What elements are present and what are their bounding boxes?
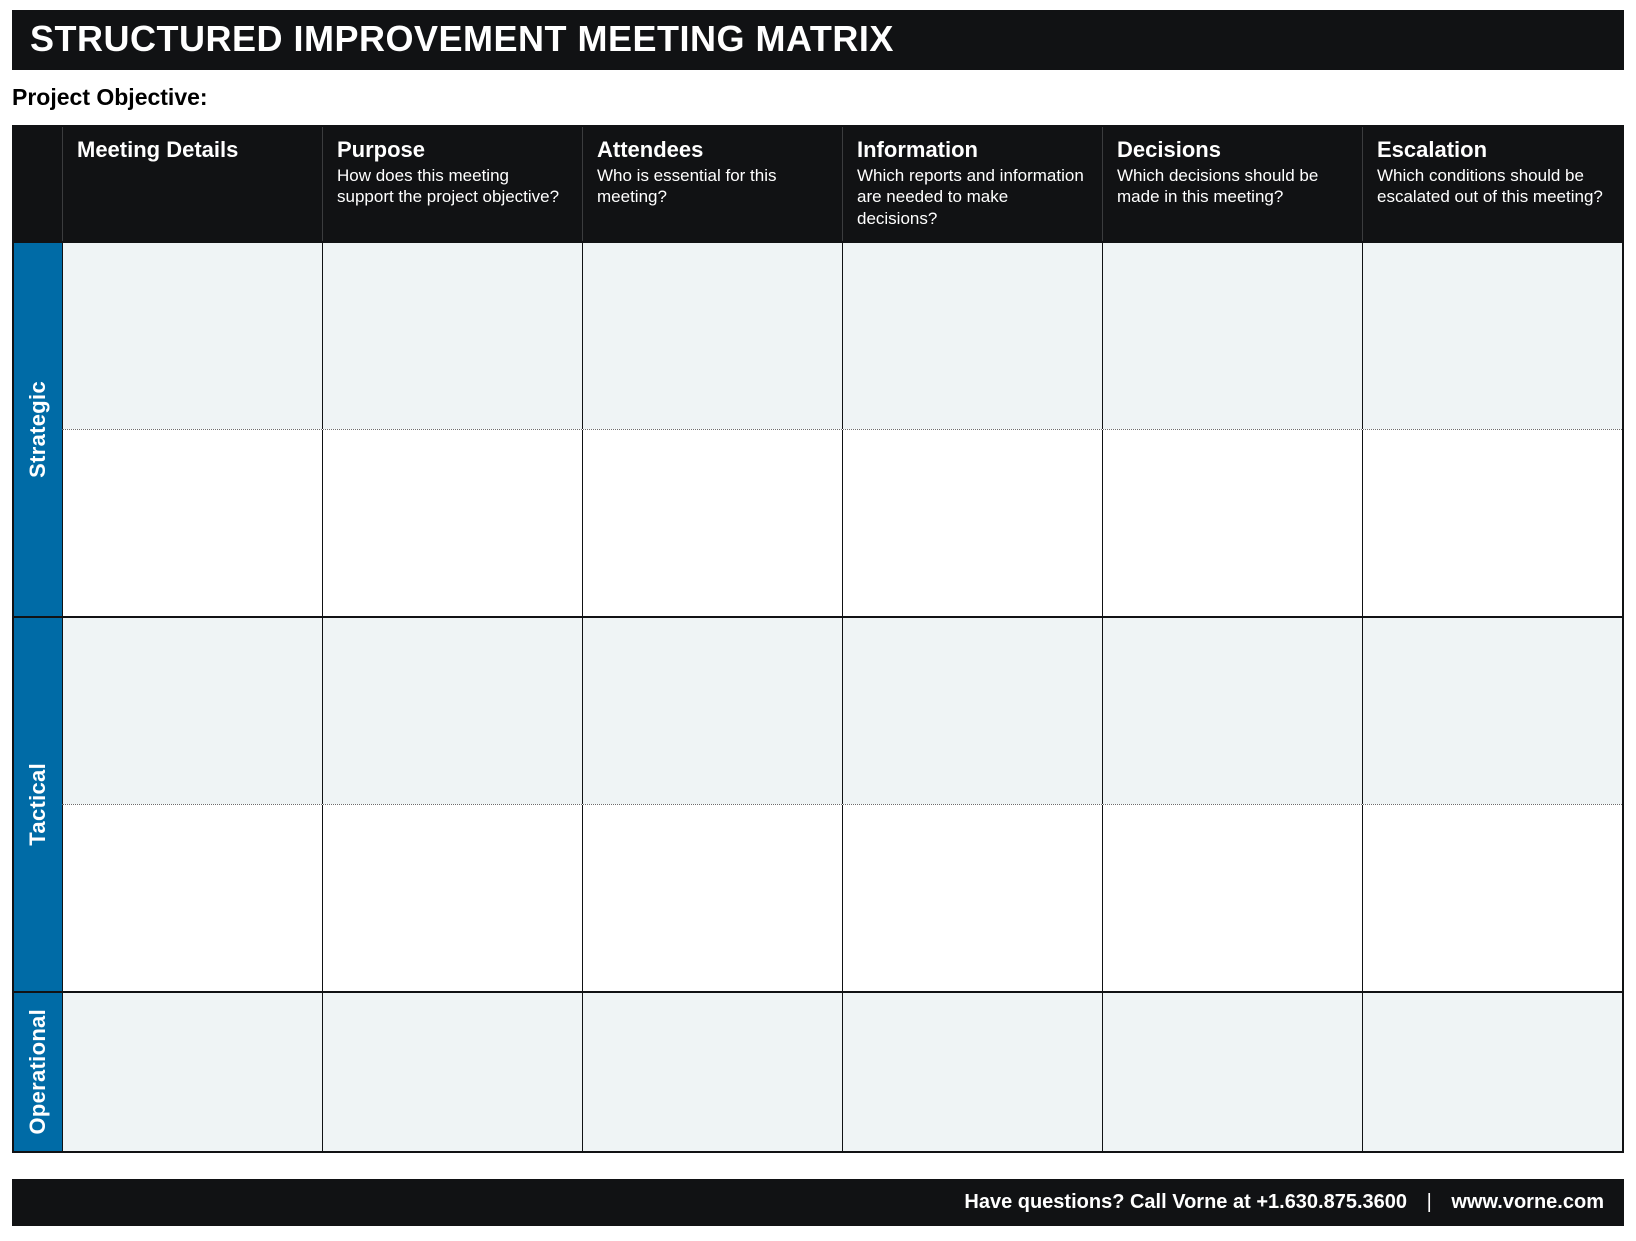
cell-attendees[interactable] [582,243,842,429]
cell-information[interactable] [842,430,1102,616]
cell-decisions[interactable] [1102,618,1362,804]
section-operational: Operational [14,991,1622,1151]
table-row [62,804,1622,991]
footer-bar: Have questions? Call Vorne at +1.630.875… [12,1179,1624,1226]
col-sub: Who is essential for this meeting? [597,165,828,208]
header-stub [14,127,62,241]
table-row [62,429,1622,616]
cell-escalation[interactable] [1362,243,1622,429]
footer-call: Call Vorne at [1130,1191,1251,1213]
cell-meeting-details[interactable] [62,993,322,1151]
cell-meeting-details[interactable] [62,805,322,991]
col-escalation: Escalation Which conditions should be es… [1362,127,1622,241]
cell-escalation[interactable] [1362,805,1622,991]
col-sub: Which conditions should be escalated out… [1377,165,1608,208]
cell-escalation[interactable] [1362,993,1622,1151]
cell-attendees[interactable] [582,430,842,616]
cell-escalation[interactable] [1362,618,1622,804]
cell-purpose[interactable] [322,805,582,991]
col-title: Escalation [1377,137,1608,163]
cell-purpose[interactable] [322,430,582,616]
section-rows [62,993,1622,1151]
section-rows [62,618,1622,991]
footer-lead: Have questions? [964,1191,1130,1213]
col-title: Attendees [597,137,828,163]
cell-purpose[interactable] [322,243,582,429]
cell-information[interactable] [842,618,1102,804]
section-rows [62,243,1622,616]
section-tactical: Tactical [14,616,1622,991]
cell-meeting-details[interactable] [62,430,322,616]
col-meeting-details: Meeting Details [62,127,322,241]
section-label-strategic: Strategic [14,243,62,616]
col-sub: How does this meeting support the projec… [337,165,568,208]
col-information: Information Which reports and informatio… [842,127,1102,241]
table-row [62,618,1622,804]
table-row [62,243,1622,429]
project-objective-row: Project Objective: [12,70,1624,125]
cell-meeting-details[interactable] [62,618,322,804]
project-objective-label: Project Objective: [12,84,208,110]
cell-attendees[interactable] [582,618,842,804]
col-sub: Which reports and information are needed… [857,165,1088,229]
cell-purpose[interactable] [322,618,582,804]
col-sub: Which decisions should be made in this m… [1117,165,1348,208]
section-label-tactical: Tactical [14,618,62,991]
footer-separator: | [1413,1191,1446,1213]
title-banner: STRUCTURED IMPROVEMENT MEETING MATRIX [12,10,1624,70]
cell-information[interactable] [842,243,1102,429]
cell-information[interactable] [842,805,1102,991]
cell-decisions[interactable] [1102,430,1362,616]
col-title: Meeting Details [77,137,308,163]
cell-information[interactable] [842,993,1102,1151]
cell-decisions[interactable] [1102,805,1362,991]
cell-decisions[interactable] [1102,993,1362,1151]
section-label-operational: Operational [14,993,62,1151]
footer-phone: +1.630.875.3600 [1256,1191,1407,1213]
cell-decisions[interactable] [1102,243,1362,429]
cell-escalation[interactable] [1362,430,1622,616]
cell-meeting-details[interactable] [62,243,322,429]
matrix-header-row: Meeting Details Purpose How does this me… [14,127,1622,241]
col-title: Decisions [1117,137,1348,163]
page-title: STRUCTURED IMPROVEMENT MEETING MATRIX [30,18,1606,60]
meeting-matrix: Meeting Details Purpose How does this me… [12,125,1624,1153]
col-decisions: Decisions Which decisions should be made… [1102,127,1362,241]
col-attendees: Attendees Who is essential for this meet… [582,127,842,241]
section-label-text: Tactical [25,763,51,846]
table-row [62,993,1622,1151]
col-purpose: Purpose How does this meeting support th… [322,127,582,241]
cell-purpose[interactable] [322,993,582,1151]
section-strategic: Strategic [14,241,1622,616]
col-title: Information [857,137,1088,163]
cell-attendees[interactable] [582,993,842,1151]
footer-site: www.vorne.com [1451,1191,1604,1213]
section-label-text: Operational [25,1009,51,1135]
section-label-text: Strategic [25,381,51,478]
col-title: Purpose [337,137,568,163]
cell-attendees[interactable] [582,805,842,991]
